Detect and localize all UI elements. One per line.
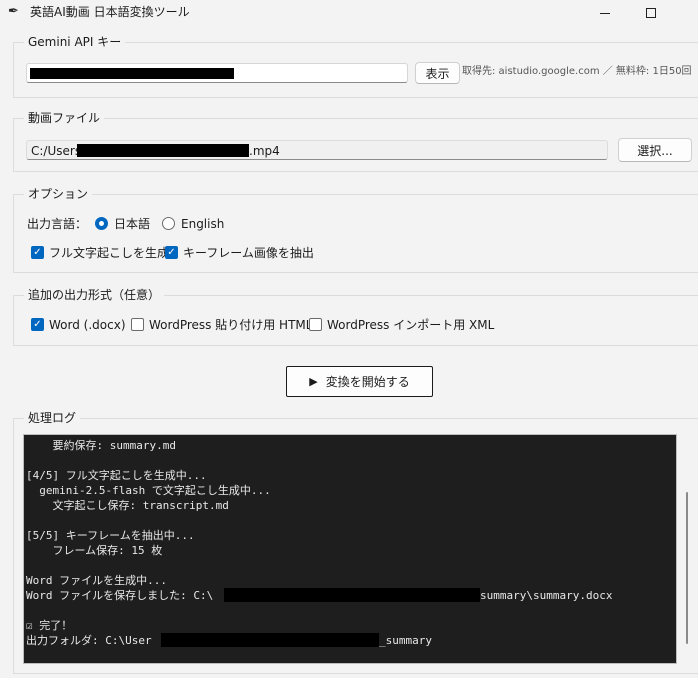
radio-english[interactable] bbox=[162, 217, 175, 230]
log-output[interactable]: 要約保存: summary.md [4/5] フル文字起こしを生成中... ge… bbox=[23, 434, 677, 664]
minimize-icon bbox=[600, 12, 610, 14]
log-line: Word ファイルを生成中... bbox=[26, 574, 167, 587]
video-path-input[interactable]: C:/Users/ .mp4 bbox=[26, 140, 608, 160]
wordpress-xml-checkbox[interactable] bbox=[309, 318, 322, 331]
log-line-tail: _summary bbox=[379, 634, 432, 647]
log-scrollbar[interactable] bbox=[686, 492, 688, 644]
log-line: 出力フォルダ: C:\User bbox=[26, 634, 152, 647]
log-line: [5/5] キーフレームを抽出中... bbox=[26, 529, 195, 542]
api-key-masked-value bbox=[30, 68, 234, 79]
radio-japanese-label[interactable]: 日本語 bbox=[114, 216, 150, 232]
log-line: [4/5] フル文字起こしを生成中... bbox=[26, 469, 207, 482]
feather-icon: ✒ bbox=[8, 4, 19, 19]
word-docx-label[interactable]: Word (.docx) bbox=[49, 317, 126, 333]
log-path-redaction bbox=[224, 588, 480, 602]
full-transcript-checkbox[interactable]: ✓ bbox=[31, 246, 44, 259]
wordpress-html-checkbox[interactable] bbox=[131, 318, 144, 331]
start-conversion-label: 変換を開始する bbox=[325, 375, 410, 389]
maximize-button[interactable] bbox=[628, 0, 674, 26]
log-folder-redaction bbox=[161, 633, 379, 647]
window-title: 英語AI動画 日本語変換ツール bbox=[30, 5, 190, 19]
full-transcript-label[interactable]: フル文字起こしを生成 bbox=[49, 245, 169, 261]
video-path-redaction bbox=[77, 144, 249, 157]
keyframe-label[interactable]: キーフレーム画像を抽出 bbox=[183, 245, 314, 261]
extra-formats-legend: 追加の出力形式（任意） bbox=[24, 287, 165, 303]
log-line: 文字起こし保存: transcript.md bbox=[26, 499, 229, 512]
output-language-label: 出力言語： bbox=[27, 217, 88, 231]
radio-japanese[interactable] bbox=[95, 217, 108, 230]
log-line: ☑ 完了！ bbox=[26, 619, 73, 632]
api-key-input[interactable] bbox=[26, 63, 408, 83]
play-icon: ▶ bbox=[309, 375, 318, 388]
api-key-note: 取得先: aistudio.google.com ／ 無料枠: 1日50回 bbox=[462, 66, 692, 77]
keyframe-checkbox[interactable]: ✓ bbox=[165, 246, 178, 259]
options-group: オプション bbox=[13, 186, 698, 273]
log-line-tail: summary\summary.docx bbox=[480, 589, 613, 602]
wordpress-xml-label[interactable]: WordPress インポート用 XML bbox=[327, 317, 494, 333]
video-file-legend: 動画ファイル bbox=[24, 110, 105, 126]
log-line: gemini-2.5-flash で文字起こし生成中... bbox=[26, 484, 271, 497]
api-key-legend: Gemini API キー bbox=[24, 34, 126, 50]
radio-english-label[interactable]: English bbox=[181, 216, 224, 232]
show-key-button[interactable]: 表示 bbox=[415, 62, 460, 84]
options-legend: オプション bbox=[24, 186, 93, 202]
select-file-button[interactable]: 選択... bbox=[618, 138, 692, 162]
wordpress-html-label[interactable]: WordPress 貼り付け用 HTML bbox=[149, 317, 312, 333]
maximize-icon bbox=[646, 8, 656, 18]
log-line: Word ファイルを保存しました: C:\ bbox=[26, 589, 214, 602]
log-line: フレーム保存: 15 枚 bbox=[26, 544, 163, 557]
log-line: 要約保存: summary.md bbox=[26, 439, 176, 452]
minimize-button[interactable] bbox=[582, 0, 628, 26]
title-bar: ✒ 英語AI動画 日本語変換ツール bbox=[0, 0, 698, 26]
video-path-suffix: .mp4 bbox=[249, 144, 280, 158]
start-conversion-button[interactable]: ▶ 変換を開始する bbox=[286, 366, 433, 397]
word-docx-checkbox[interactable]: ✓ bbox=[31, 318, 44, 331]
log-legend: 処理ログ bbox=[24, 410, 81, 426]
